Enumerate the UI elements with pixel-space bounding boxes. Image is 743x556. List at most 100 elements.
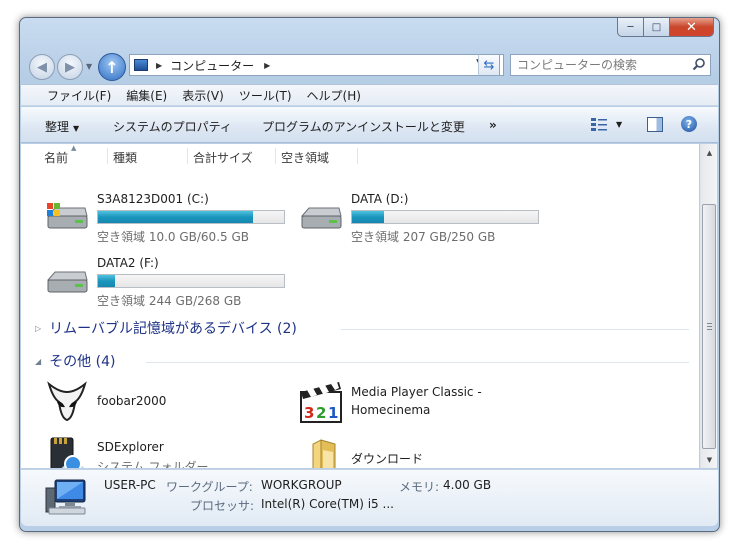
search-box [510,54,711,76]
back-button[interactable]: ◀ [29,54,55,80]
item-label: foobar2000 [97,394,167,408]
item-label: SDExplorer [97,440,164,454]
collapse-chevron-icon[interactable]: ◢ [35,357,41,366]
column-total-size[interactable]: 合計サイズ [193,149,253,166]
drive-f[interactable]: DATA2 (F:) 空き領域 244 GB/268 GB [45,256,295,308]
organize-button[interactable]: 整理 ▼ [45,118,79,135]
item-label: ダウンロード [351,452,424,466]
maximize-button[interactable]: □ [644,18,670,37]
menu-bar: ファイル(F) 編集(E) 表示(V) ツール(T) ヘルプ(H) [21,84,718,106]
drive-usage-fill [98,211,254,223]
drive-free-space: 空き領域 10.0 GB/60.5 GB [97,230,249,244]
refresh-icon: ⇆ [483,57,495,73]
breadcrumb-separator-icon[interactable]: ▶ [156,61,162,70]
item-label-line2: Homecinema [351,403,431,417]
system-drive-icon [46,203,88,229]
group-divider [146,362,689,363]
svg-text:2: 2 [316,404,326,422]
recent-pages-dropdown[interactable]: ▼ [86,62,92,71]
command-bar: 整理 ▼ システムのプロパティ プログラムのアンインストールと変更 » ▼ ? [21,107,718,143]
breadcrumb-child-chevron-icon[interactable]: ▶ [264,61,270,70]
arrow-up-icon: ↑ [105,57,119,77]
column-divider[interactable] [187,148,188,164]
drive-usage-fill [98,275,115,287]
up-button[interactable]: ↑ [98,53,126,81]
scroll-down-arrow-icon[interactable]: ▼ [701,451,718,468]
drive-free-space: 空き領域 207 GB/250 GB [351,230,496,244]
menu-view[interactable]: 表示(V) [182,87,224,104]
item-media-player-classic[interactable]: 3 2 1 Media Player Classic - Homecinema [299,380,549,426]
refresh-button[interactable]: ⇆ [478,54,500,76]
foobar-alien-icon [47,381,87,422]
arrow-right-icon: ▶ [65,59,75,75]
item-foobar2000[interactable]: foobar2000 [45,380,295,426]
grip-icon [707,323,712,330]
column-divider[interactable] [107,148,108,164]
group-title: その他 (4) [49,354,116,370]
group-other[interactable]: ◢ その他 (4) [35,351,115,371]
column-divider[interactable] [275,148,276,164]
memory-value: 4.00 GB [443,478,492,492]
minimize-button[interactable]: ─ [617,18,644,37]
workgroup-value: WORKGROUP [261,478,342,492]
caption-buttons: ─ □ ✕ [617,18,714,37]
uninstall-programs-button[interactable]: プログラムのアンインストールと変更 [262,118,465,135]
menu-tools[interactable]: ツール(T) [239,87,292,104]
drive-c[interactable]: S3A8123D001 (C:) 空き領域 10.0 GB/60.5 GB [45,192,295,244]
details-pane: USER-PC ワークグループ: WORKGROUP メモリ: 4.00 GB … [21,469,718,526]
drive-name: DATA (D:) [351,192,409,206]
drive-name: S3A8123D001 (C:) [97,192,209,206]
system-properties-button[interactable]: システムのプロパティ [113,118,232,135]
processor-value: Intel(R) Core(TM) i5 ... [261,497,394,511]
group-title: リムーバブル記憶域があるデバイス (2) [49,321,297,337]
column-free-space[interactable]: 空き領域 [281,149,329,166]
explorer-window: ─ □ ✕ ◀ ▶ ▼ ↑ ▶ コンピューター ▶ ▼ ⇆ ファイル(F) 編集… [19,17,720,532]
menu-edit[interactable]: 編集(E) [126,87,167,104]
more-commands-button[interactable]: » [489,118,497,132]
organize-label: 整理 [45,120,70,134]
drive-name: DATA2 (F:) [97,256,159,270]
group-removable[interactable]: ▷ リムーバブル記憶域があるデバイス (2) [35,318,297,338]
help-icon[interactable]: ? [681,116,697,132]
search-input[interactable] [517,58,682,72]
scrollbar-thumb[interactable] [702,204,716,449]
chevron-down-icon: ▼ [73,124,80,133]
drive-usage-bar [97,274,285,288]
hard-drive-icon [46,271,88,293]
vertical-scrollbar[interactable]: ▲ ▼ [700,144,717,468]
preview-pane-icon[interactable] [647,117,663,132]
menu-help[interactable]: ヘルプ(H) [307,87,361,104]
menu-file[interactable]: ファイル(F) [47,87,111,104]
computer-icon [45,479,86,515]
svg-text:3: 3 [304,404,314,422]
search-icon[interactable] [692,57,706,71]
forward-button[interactable]: ▶ [57,54,83,80]
item-label: Media Player Classic - [351,385,482,399]
drive-usage-fill [352,211,384,223]
memory-label: メモリ: [399,480,440,494]
folder-icon [312,439,336,468]
scroll-up-arrow-icon[interactable]: ▲ [701,144,718,161]
arrow-left-icon: ◀ [37,59,47,75]
workgroup-label: ワークグループ: [166,480,253,494]
sd-card-icon [50,437,85,468]
close-button[interactable]: ✕ [670,18,714,37]
sort-ascending-icon: ▲ [71,144,77,152]
column-divider[interactable] [357,148,358,164]
item-sdexplorer[interactable]: SDExplorer システム フォルダー [45,436,295,468]
drive-free-space: 空き領域 244 GB/268 GB [97,294,242,308]
column-name[interactable]: 名前 [44,149,68,166]
svg-text:1: 1 [328,404,338,422]
item-sublabel: システム フォルダー [97,460,209,468]
group-divider [341,329,689,330]
breadcrumb-computer[interactable]: コンピューター [170,57,254,74]
computer-small-icon [134,59,148,71]
expand-chevron-icon[interactable]: ▷ [35,324,41,333]
drive-d[interactable]: DATA (D:) 空き領域 207 GB/250 GB [299,192,549,244]
column-type[interactable]: 種類 [113,149,137,166]
item-downloads[interactable]: ダウンロード [299,436,549,468]
address-bar[interactable]: ▶ コンピューター ▶ ▼ [129,54,504,76]
file-list: ▲ 名前 種類 合計サイズ 空き領域 S3A8123D001 (C:) 空き領域… [21,144,699,468]
change-view-icon[interactable] [591,118,607,132]
view-options-chevron-icon[interactable]: ▼ [616,120,622,129]
